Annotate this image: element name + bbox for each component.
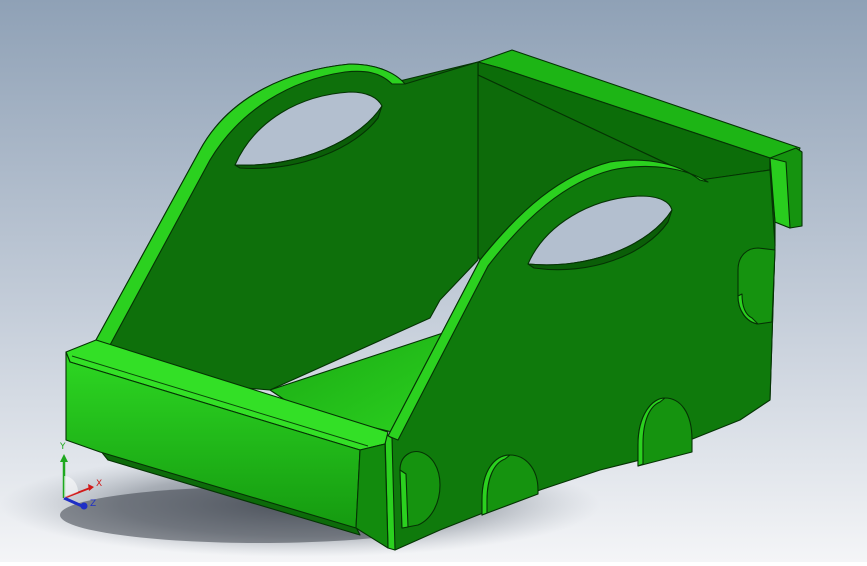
graphics-viewport[interactable]: Y X Z [0, 0, 867, 562]
triad-plane-icon [64, 476, 78, 498]
z-axis-end-icon [80, 502, 88, 510]
z-axis-line [63, 496, 83, 508]
z-axis-label: Z [90, 499, 97, 509]
y-axis-label: Y [60, 442, 66, 452]
x-axis-arrow-icon [88, 484, 94, 491]
x-axis-label: X [96, 479, 103, 489]
y-axis-arrow-icon [60, 454, 68, 462]
reference-triad[interactable]: Y X Z [52, 440, 112, 515]
model-canvas[interactable] [0, 0, 867, 562]
